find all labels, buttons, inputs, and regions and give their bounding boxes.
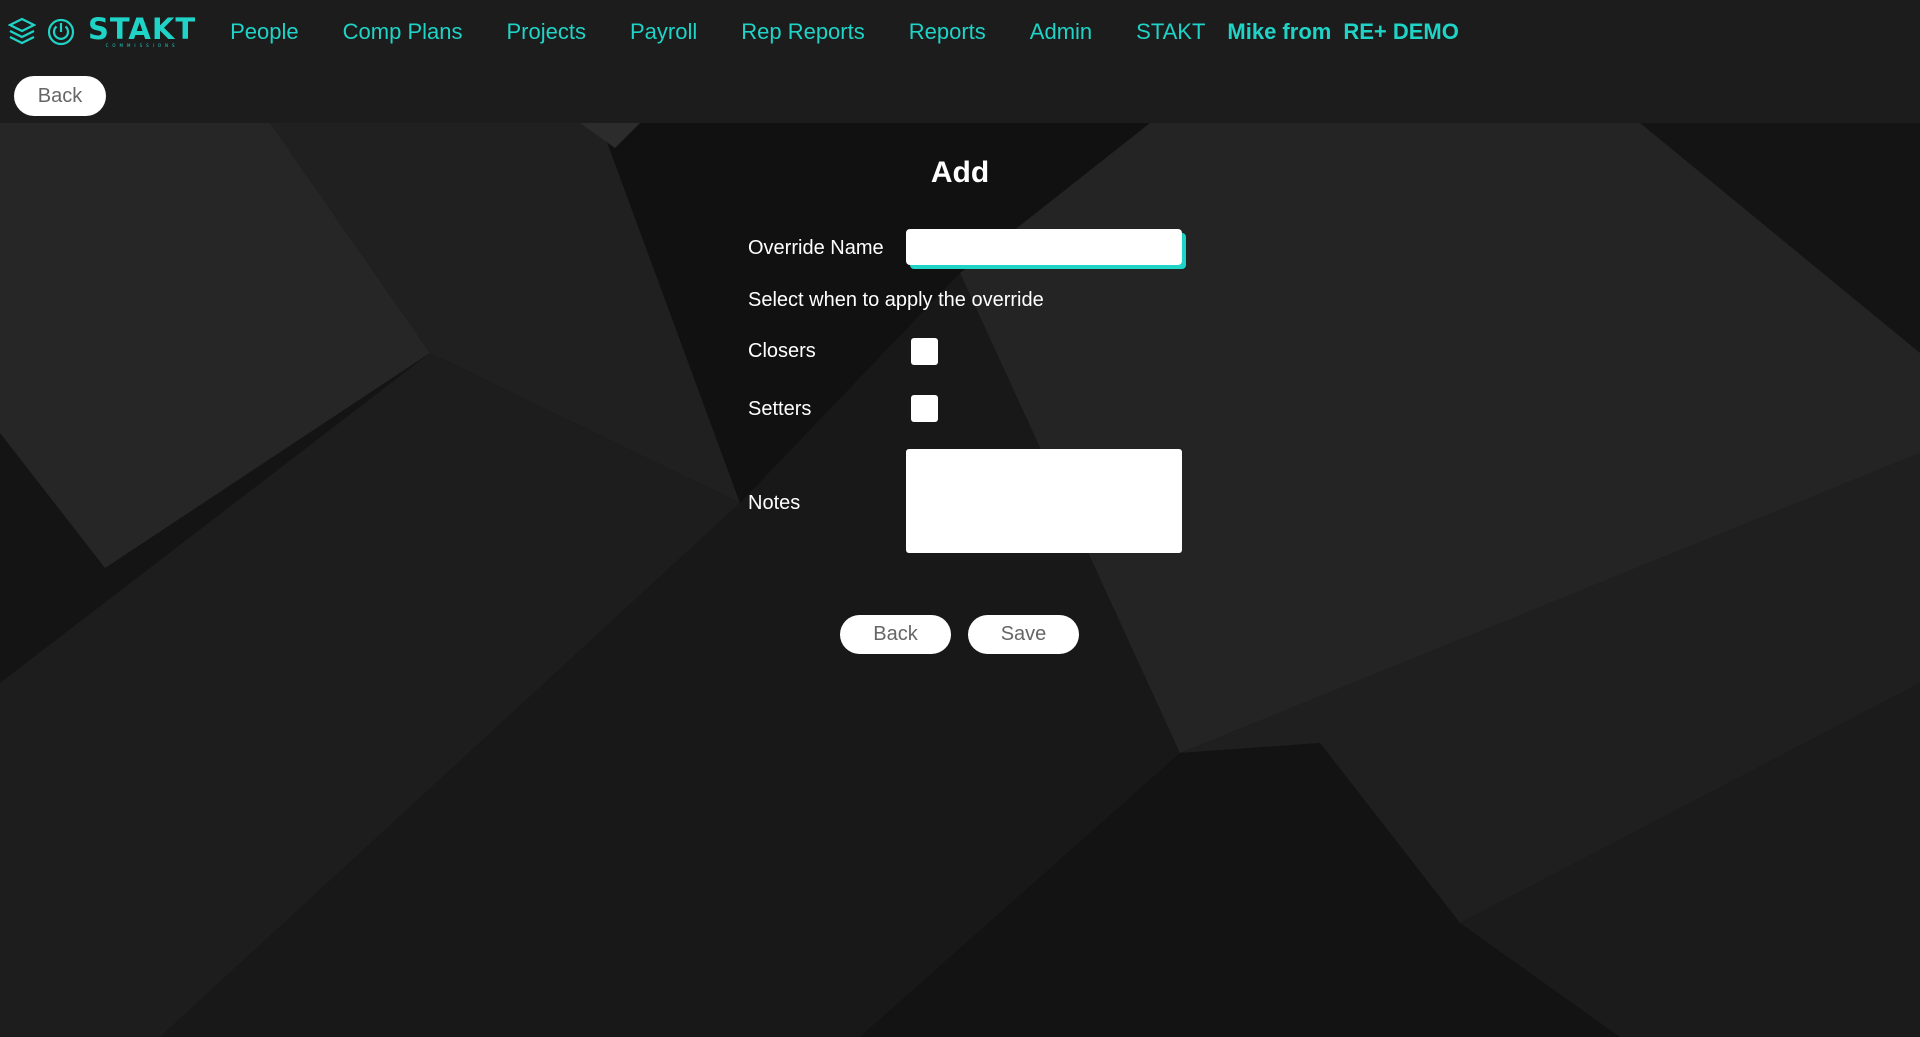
setters-checkbox[interactable]: [911, 395, 938, 422]
header-back-button[interactable]: Back: [14, 76, 106, 116]
brand-name: STAKT: [88, 12, 197, 46]
user-menu[interactable]: Mike from RE+ DEMO: [1227, 19, 1458, 45]
user-org: RE+ DEMO: [1343, 19, 1459, 44]
nav-item-payroll[interactable]: Payroll: [630, 19, 697, 45]
save-button[interactable]: Save: [968, 615, 1079, 654]
nav-item-admin[interactable]: Admin: [1030, 19, 1092, 45]
notes-textarea[interactable]: [906, 449, 1182, 553]
power-icon[interactable]: [46, 17, 76, 47]
main-nav: STAKT COMMISSIONS People Comp Plans Proj…: [0, 0, 1920, 64]
page-title: Add: [930, 156, 990, 189]
nav-item-rep-reports[interactable]: Rep Reports: [741, 19, 865, 45]
setters-label: Setters: [748, 398, 812, 420]
brand-subtitle: COMMISSIONS: [105, 43, 179, 48]
nav-item-comp-plans[interactable]: Comp Plans: [343, 19, 463, 45]
closers-label: Closers: [748, 340, 816, 362]
nav-item-stakt[interactable]: STAKT: [1136, 19, 1205, 45]
nav-item-people[interactable]: People: [230, 19, 299, 45]
apply-override-prompt: Select when to apply the override: [748, 289, 1044, 311]
closers-checkbox[interactable]: [911, 338, 938, 365]
override-name-label: Override Name: [748, 237, 884, 259]
layers-icon[interactable]: [8, 17, 36, 47]
nav-items: People Comp Plans Projects Payroll Rep R…: [230, 19, 1459, 45]
nav-item-reports[interactable]: Reports: [909, 19, 986, 45]
brand-logo[interactable]: STAKT COMMISSIONS: [88, 15, 196, 49]
top-header: STAKT COMMISSIONS People Comp Plans Proj…: [0, 0, 1920, 123]
add-override-form: Add Override Name Select when to apply t…: [0, 123, 1920, 1037]
override-name-input[interactable]: [906, 229, 1182, 265]
nav-item-projects[interactable]: Projects: [506, 19, 585, 45]
logo-group: [8, 17, 76, 47]
user-name: Mike from: [1227, 19, 1332, 44]
back-button[interactable]: Back: [840, 615, 951, 654]
notes-label: Notes: [748, 492, 801, 514]
